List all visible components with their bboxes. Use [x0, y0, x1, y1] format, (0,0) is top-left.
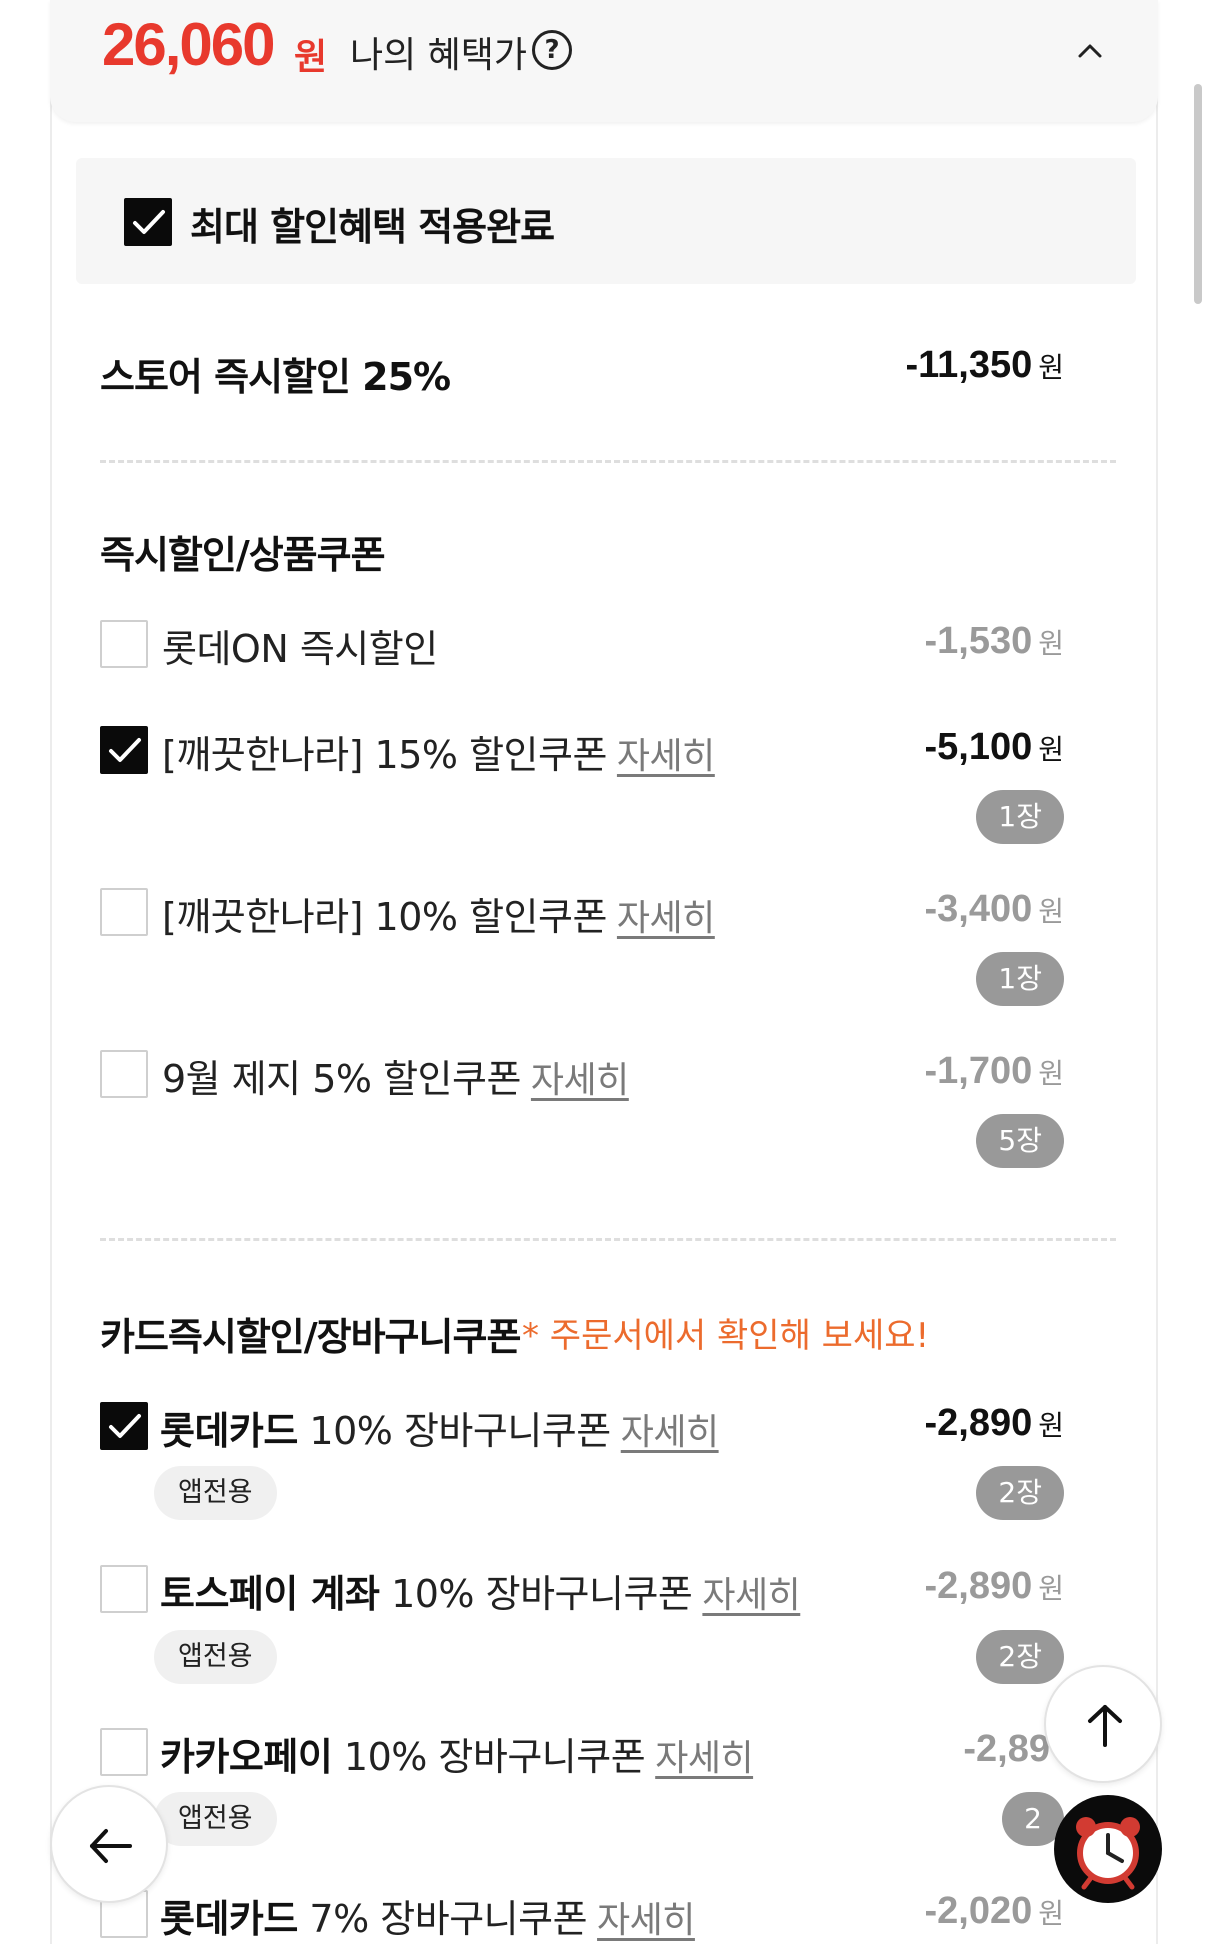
help-icon[interactable]: ? [532, 30, 572, 70]
coupon-amount-value: -1,530 [924, 620, 1033, 662]
scrollbar[interactable] [1194, 84, 1202, 304]
divider [100, 1238, 1116, 1241]
card-brand: 롯데카드 [160, 1409, 298, 1453]
benefit-price-unit: 원 [294, 37, 328, 78]
cart-coupon-name: 10% 장바구니쿠폰 [297, 1409, 611, 1453]
cart-coupon-name: 10% 장바구니쿠폰 [379, 1572, 693, 1616]
store-discount-amount: -11,350 원 [905, 344, 1064, 387]
chevron-up-icon[interactable] [1075, 36, 1105, 66]
store-discount-value: -11,350 [905, 344, 1033, 386]
cart-coupon-label: 롯데카드 7% 장바구니쿠폰 자세히 [160, 1888, 695, 1943]
alarm-clock-icon [1076, 1817, 1140, 1890]
app-only-tag: 앱전용 [154, 1630, 277, 1684]
divider [100, 460, 1116, 463]
cart-coupon-name: 7% 장바구니쿠폰 [297, 1897, 588, 1941]
benefit-sheet: 26,060 원 나의 혜택가 ? 최대 할인혜택 적용완료 스토어 즉시할인 … [0, 0, 1206, 1944]
cart-coupon-amount-unit: 원 [1038, 1410, 1064, 1441]
coupon-label: 롯데ON 즉시할인 [162, 618, 438, 673]
coupon-amount-value: -5,100 [924, 726, 1033, 768]
card-brand: 카카오페이 [160, 1735, 333, 1779]
check-icon [109, 738, 141, 762]
benefit-header[interactable]: 26,060 원 나의 혜택가 ? [50, 0, 1158, 122]
coupon-label: [깨끗한나라] 15% 할인쿠폰 자세히 [162, 724, 715, 779]
coupon-amount-unit: 원 [1038, 896, 1064, 927]
coupon-checkbox[interactable] [100, 888, 148, 936]
detail-link[interactable]: 자세히 [655, 1738, 753, 1779]
cart-coupon-checkbox[interactable] [100, 1565, 148, 1613]
arrow-up-icon [1088, 1705, 1122, 1747]
coupon-count-badge[interactable]: 1장 [976, 952, 1064, 1006]
cart-coupon-amount-value: -2,890 [924, 1565, 1033, 1607]
coupon-name: [깨끗한나라] 10% 할인쿠폰 [162, 895, 607, 939]
coupon-amount: -3,400 원 [924, 888, 1064, 931]
benefit-price: 26,060 [102, 11, 276, 78]
cart-coupon-checkbox[interactable] [100, 1728, 148, 1776]
cart-coupon-amount-value: -2,89 [963, 1728, 1050, 1770]
max-discount-label: 최대 할인혜택 적용완료 [190, 205, 555, 249]
coupon-amount: -1,700 원 [924, 1050, 1064, 1093]
coupon-amount-value: -1,700 [924, 1050, 1033, 1092]
cart-coupon-label: 롯데카드 10% 장바구니쿠폰 자세히 [160, 1400, 719, 1455]
instant-section-title: 즉시할인/상품쿠폰 [100, 533, 386, 577]
check-icon [109, 1414, 141, 1438]
arrow-left-icon [90, 1829, 132, 1863]
coupon-name: [깨끗한나라] 15% 할인쿠폰 [162, 733, 607, 777]
coupon-count-badge[interactable]: 2장 [976, 1466, 1064, 1520]
store-discount-unit: 원 [1038, 352, 1064, 383]
coupon-amount-unit: 원 [1038, 734, 1064, 765]
detail-link[interactable]: 자세히 [617, 898, 715, 939]
detail-link[interactable]: 자세히 [597, 1900, 695, 1941]
benefit-label: 나의 혜택가 [350, 35, 528, 76]
card-section-title: 카드즉시할인/장바구니쿠폰 [100, 1315, 521, 1359]
cart-coupon-name: 10% 장바구니쿠폰 [332, 1735, 646, 1779]
cart-coupon-label: 토스페이 계좌 10% 장바구니쿠폰 자세히 [160, 1563, 801, 1618]
cart-coupon-amount-value: -2,020 [924, 1890, 1033, 1932]
app-only-tag: 앱전용 [154, 1466, 277, 1520]
cart-coupon-amount-unit: 원 [1038, 1573, 1064, 1604]
detail-link[interactable]: 자세히 [531, 1060, 629, 1101]
coupon-amount: -5,100 원 [924, 726, 1064, 769]
coupon-amount: -1,530 원 [924, 620, 1064, 663]
cart-coupon-amount-value: -2,890 [924, 1402, 1033, 1444]
card-brand: 토스페이 계좌 [160, 1572, 380, 1616]
max-discount-box[interactable]: 최대 할인혜택 적용완료 [76, 158, 1136, 284]
check-icon [133, 210, 165, 234]
card-section-note: * 주문서에서 확인해 보세요! [522, 1316, 930, 1356]
detail-link[interactable]: 자세히 [702, 1575, 800, 1616]
cart-coupon-label: 카카오페이 10% 장바구니쿠폰 자세히 [160, 1726, 754, 1781]
detail-link[interactable]: 자세히 [617, 736, 715, 777]
coupon-name: 9월 제지 5% 할인쿠폰 [162, 1057, 521, 1101]
coupon-amount-value: -3,400 [924, 888, 1033, 930]
detail-link[interactable]: 자세히 [621, 1412, 719, 1453]
coupon-checkbox[interactable] [100, 620, 148, 668]
max-discount-checkbox[interactable] [124, 198, 172, 246]
coupon-label: 9월 제지 5% 할인쿠폰 자세히 [162, 1048, 629, 1103]
coupon-checkbox[interactable] [100, 726, 148, 774]
coupon-count-badge[interactable]: 5장 [976, 1114, 1064, 1168]
cart-coupon-amount: -2,020 원 [924, 1890, 1064, 1933]
coupon-checkbox[interactable] [100, 1050, 148, 1098]
coupon-amount-unit: 원 [1038, 628, 1064, 659]
coupon-name: 롯데ON 즉시할인 [162, 627, 438, 671]
app-only-tag: 앱전용 [154, 1792, 277, 1846]
card-brand: 롯데카드 [160, 1897, 298, 1941]
cart-coupon-amount: -2,890 원 [924, 1402, 1064, 1445]
coupon-label: [깨끗한나라] 10% 할인쿠폰 자세히 [162, 886, 715, 941]
cart-coupon-checkbox[interactable] [100, 1402, 148, 1450]
scroll-top-button[interactable] [1044, 1665, 1162, 1783]
store-discount-label: 스토어 즉시할인 25% [100, 355, 451, 399]
cart-coupon-amount: -2,890 원 [924, 1565, 1064, 1608]
back-button[interactable] [50, 1785, 168, 1903]
alarm-button[interactable] [1054, 1795, 1162, 1903]
coupon-amount-unit: 원 [1038, 1058, 1064, 1089]
cart-coupon-amount: -2,89 [963, 1728, 1056, 1771]
coupon-count-badge[interactable]: 2장 [976, 1630, 1064, 1684]
coupon-count-badge[interactable]: 1장 [976, 790, 1064, 844]
